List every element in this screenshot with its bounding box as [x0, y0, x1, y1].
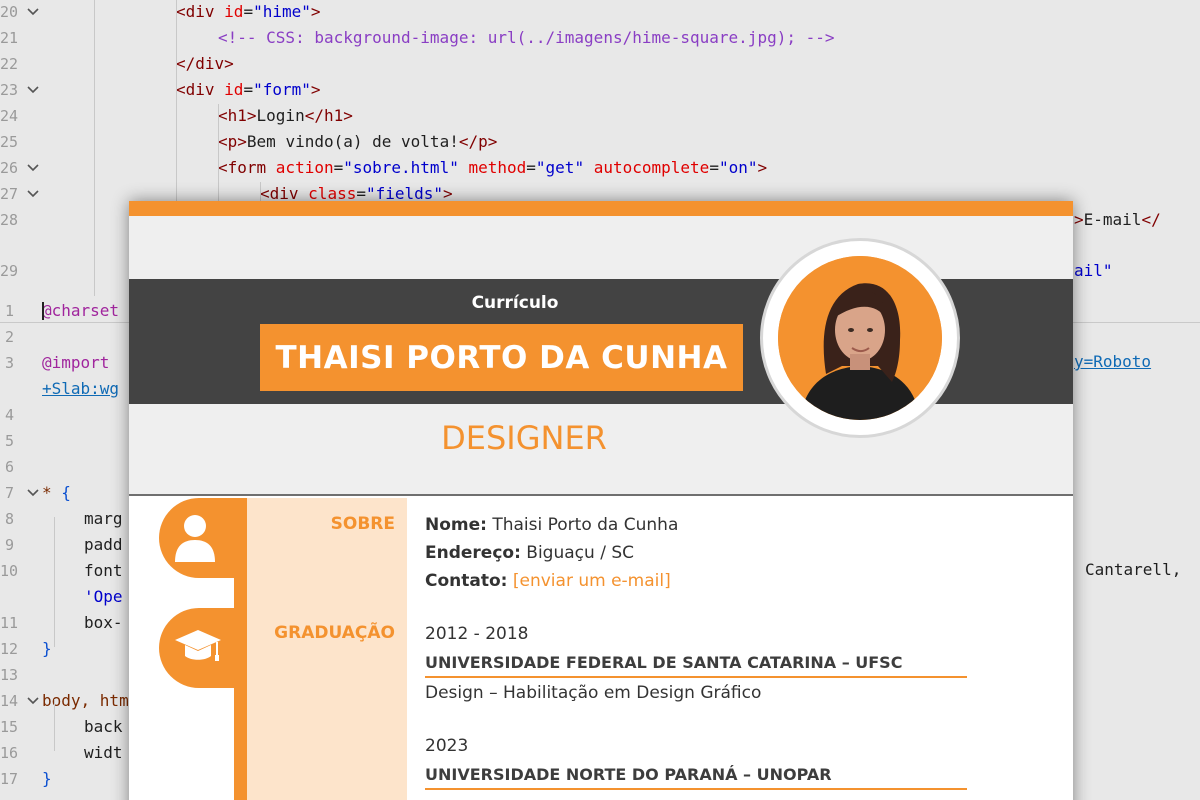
line-number: 16 — [0, 744, 19, 762]
line-number: 24 — [0, 107, 19, 125]
line-number: 14 — [0, 692, 19, 710]
code-text: @charset — [42, 301, 120, 320]
line-number: 17 — [0, 770, 19, 788]
line-number: 3 — [4, 354, 14, 372]
name-label: Nome: — [425, 515, 487, 535]
fold-chevron-icon[interactable] — [26, 694, 40, 708]
contact-label: Contato: — [425, 571, 508, 591]
person-name: THAISI PORTO DA CUNHA — [275, 339, 728, 376]
line-number: 6 — [4, 458, 14, 476]
line-number: 10 — [0, 562, 19, 580]
about-contact-row: Contato: [enviar um e-mail] — [425, 571, 671, 591]
code-text: back — [84, 717, 123, 736]
code-text: <div id="hime"> — [176, 2, 321, 21]
name-banner: THAISI PORTO DA CUNHA — [260, 324, 743, 391]
code-text: widt — [84, 743, 123, 762]
line-number: 7 — [4, 484, 14, 502]
html-line[interactable]: 21 <!-- CSS: background-image: url(../ima… — [0, 25, 1200, 51]
html-line[interactable]: 26 <form action="sobre.html" method="get"… — [0, 155, 1200, 181]
code-text: box- — [84, 613, 123, 632]
indent-guide — [54, 699, 55, 751]
code-text: body, htm — [42, 691, 129, 710]
indent-guide — [94, 0, 95, 296]
send-email-link[interactable]: [enviar um e-mail] — [513, 571, 671, 591]
code-text: >E-mail</ — [1074, 210, 1161, 229]
code-text: </div> — [176, 54, 234, 73]
text-cursor — [42, 302, 44, 320]
html-line[interactable]: 20 <div id="hime"> — [0, 0, 1200, 25]
html-line[interactable]: 23 <div id="form"> — [0, 77, 1200, 103]
code-fragment-font: Cantarell, — [1085, 560, 1182, 579]
address-value: Biguaçu / SC — [520, 543, 634, 563]
line-number: 20 — [0, 3, 19, 21]
line-number: 28 — [0, 211, 19, 229]
education-years: 2023 — [425, 736, 469, 756]
code-text: +Slab:wg — [42, 379, 120, 398]
graduation-cap-icon — [175, 630, 221, 661]
fold-chevron-icon[interactable] — [26, 83, 40, 97]
line-number: 15 — [0, 718, 19, 736]
job-title: DESIGNER — [441, 419, 607, 457]
code-text: <p>Bem vindo(a) de volta!</p> — [218, 132, 498, 151]
code-text: padd — [84, 535, 123, 554]
code-text: } — [42, 639, 52, 658]
line-number: 4 — [4, 406, 14, 424]
code-text: font — [84, 561, 123, 580]
accent-top-bar — [129, 201, 1073, 216]
section-label-column — [247, 498, 407, 800]
html-line[interactable]: 24 <h1>Login</h1> — [0, 103, 1200, 129]
about-icon-badge — [159, 498, 247, 578]
line-number: 21 — [0, 29, 19, 47]
fold-chevron-icon[interactable] — [26, 486, 40, 500]
line-number: 8 — [4, 510, 14, 528]
line-number: 25 — [0, 133, 19, 151]
html-line[interactable]: 25 <p>Bem vindo(a) de volta!</p> — [0, 129, 1200, 155]
education-school: UNIVERSIDADE FEDERAL DE SANTA CATARINA –… — [425, 653, 967, 678]
code-text: marg — [84, 509, 123, 528]
about-address-row: Endereço: Biguaçu / SC — [425, 543, 634, 563]
line-number: 11 — [0, 614, 19, 632]
line-number: 5 — [4, 432, 14, 450]
education-years: 2012 - 2018 — [425, 624, 529, 644]
line-number: 23 — [0, 81, 19, 99]
line-number: 26 — [0, 159, 19, 177]
profile-photo — [778, 256, 942, 420]
line-number: 9 — [4, 536, 14, 554]
fold-chevron-icon[interactable] — [26, 161, 40, 175]
resume-preview: Currículo THAISI PORTO DA CUNHA DESIGNER — [129, 201, 1073, 800]
code-text: <!-- CSS: background-image: url(../image… — [218, 28, 835, 47]
user-icon — [175, 515, 215, 562]
section-label-education: GRADUAÇÃO — [274, 623, 395, 643]
code-text: <form action="sobre.html" method="get" a… — [218, 158, 768, 177]
code-text: <div id="form"> — [176, 80, 321, 99]
code-text: 'Ope — [84, 587, 123, 606]
line-number: 12 — [0, 640, 19, 658]
education-school: UNIVERSIDADE NORTE DO PARANÁ – UNOPAR — [425, 765, 967, 790]
name-value: Thaisi Porto da Cunha — [486, 515, 679, 535]
code-text: <h1>Login</h1> — [218, 106, 353, 125]
about-name-row: Nome: Thaisi Porto da Cunha — [425, 515, 678, 535]
fold-chevron-icon[interactable] — [26, 187, 40, 201]
code-text: * { — [42, 483, 71, 502]
fold-chevron-icon[interactable] — [26, 5, 40, 19]
education-course: Design – Habilitação em Design Gráfico — [425, 683, 762, 703]
line-number: 2 — [4, 328, 14, 346]
line-number: 29 — [0, 262, 19, 280]
line-number: 27 — [0, 185, 19, 203]
html-line[interactable]: 22 </div> — [0, 51, 1200, 77]
indent-guide — [54, 517, 55, 647]
address-label: Endereço: — [425, 543, 521, 563]
line-number: 22 — [0, 55, 19, 73]
line-number: 13 — [0, 666, 19, 684]
code-text: } — [42, 769, 52, 788]
section-label-about: SOBRE — [330, 514, 395, 534]
code-fragment-url: y=Roboto — [1074, 352, 1152, 371]
line-number: 1 — [4, 302, 14, 320]
education-icon-badge — [159, 608, 247, 688]
code-text: ail" — [1074, 261, 1113, 280]
code-text: @import — [42, 353, 120, 372]
